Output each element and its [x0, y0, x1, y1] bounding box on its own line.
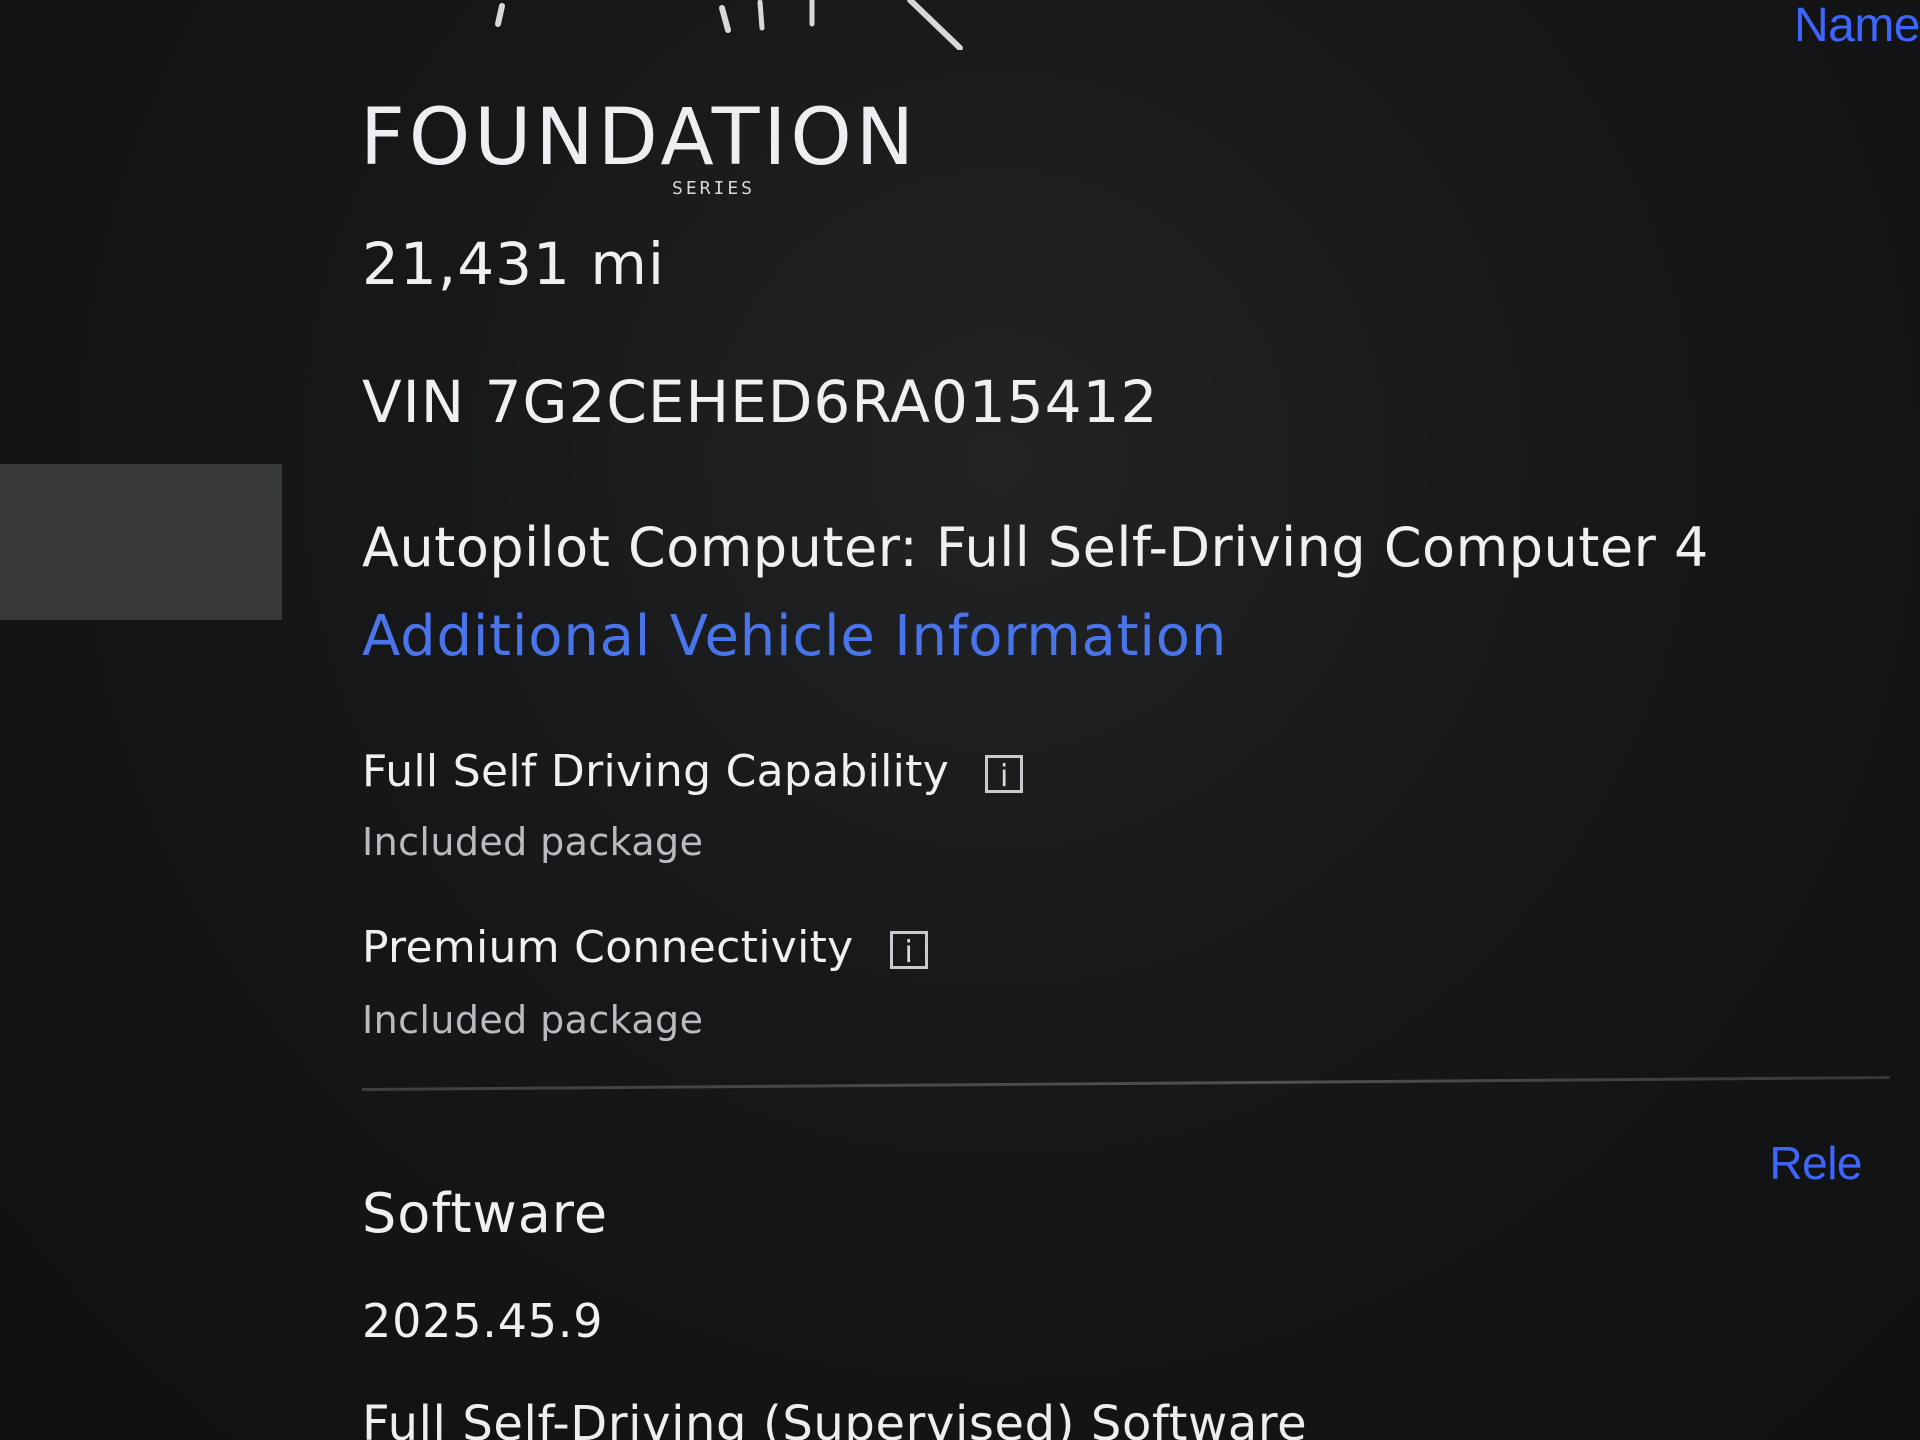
vehicle-content: 21,431 mi VIN 7G2CEHED6RA015412 Autopilo…	[361, 0, 1890, 1440]
vehicle-info-screen: Name FOUNDATION SERIES 21,431 mi VIN 7G2…	[0, 0, 1920, 1440]
release-notes-link[interactable]: Rele	[1769, 1136, 1862, 1190]
feature-title-fsd: Full Self Driving Capability i	[362, 746, 1024, 797]
software-version: 2025.45.9	[362, 1294, 604, 1348]
info-icon[interactable]: i	[889, 931, 928, 970]
fsd-software-label: Full Self-Driving (Supervised) Software	[362, 1396, 1308, 1440]
feature-title-premium-connectivity: Premium Connectivity i	[362, 922, 928, 973]
autopilot-computer-info: Autopilot Computer: Full Self-Driving Co…	[362, 516, 1709, 579]
vin-value: VIN 7G2CEHED6RA015412	[362, 368, 1159, 436]
software-section-title: Software	[362, 1182, 609, 1245]
feature-title-label: Premium Connectivity	[362, 922, 854, 973]
feature-title-label: Full Self Driving Capability	[362, 746, 950, 797]
feature-subtitle-fsd: Included package	[362, 820, 704, 864]
section-divider	[361, 1075, 1890, 1091]
feature-subtitle-premium-connectivity: Included package	[362, 998, 704, 1042]
additional-vehicle-information-link[interactable]: Additional Vehicle Information	[362, 604, 1227, 669]
odometer-value: 21,431 mi	[362, 230, 665, 298]
info-icon[interactable]: i	[985, 755, 1024, 794]
sidebar-selection-highlight[interactable]	[0, 464, 282, 620]
